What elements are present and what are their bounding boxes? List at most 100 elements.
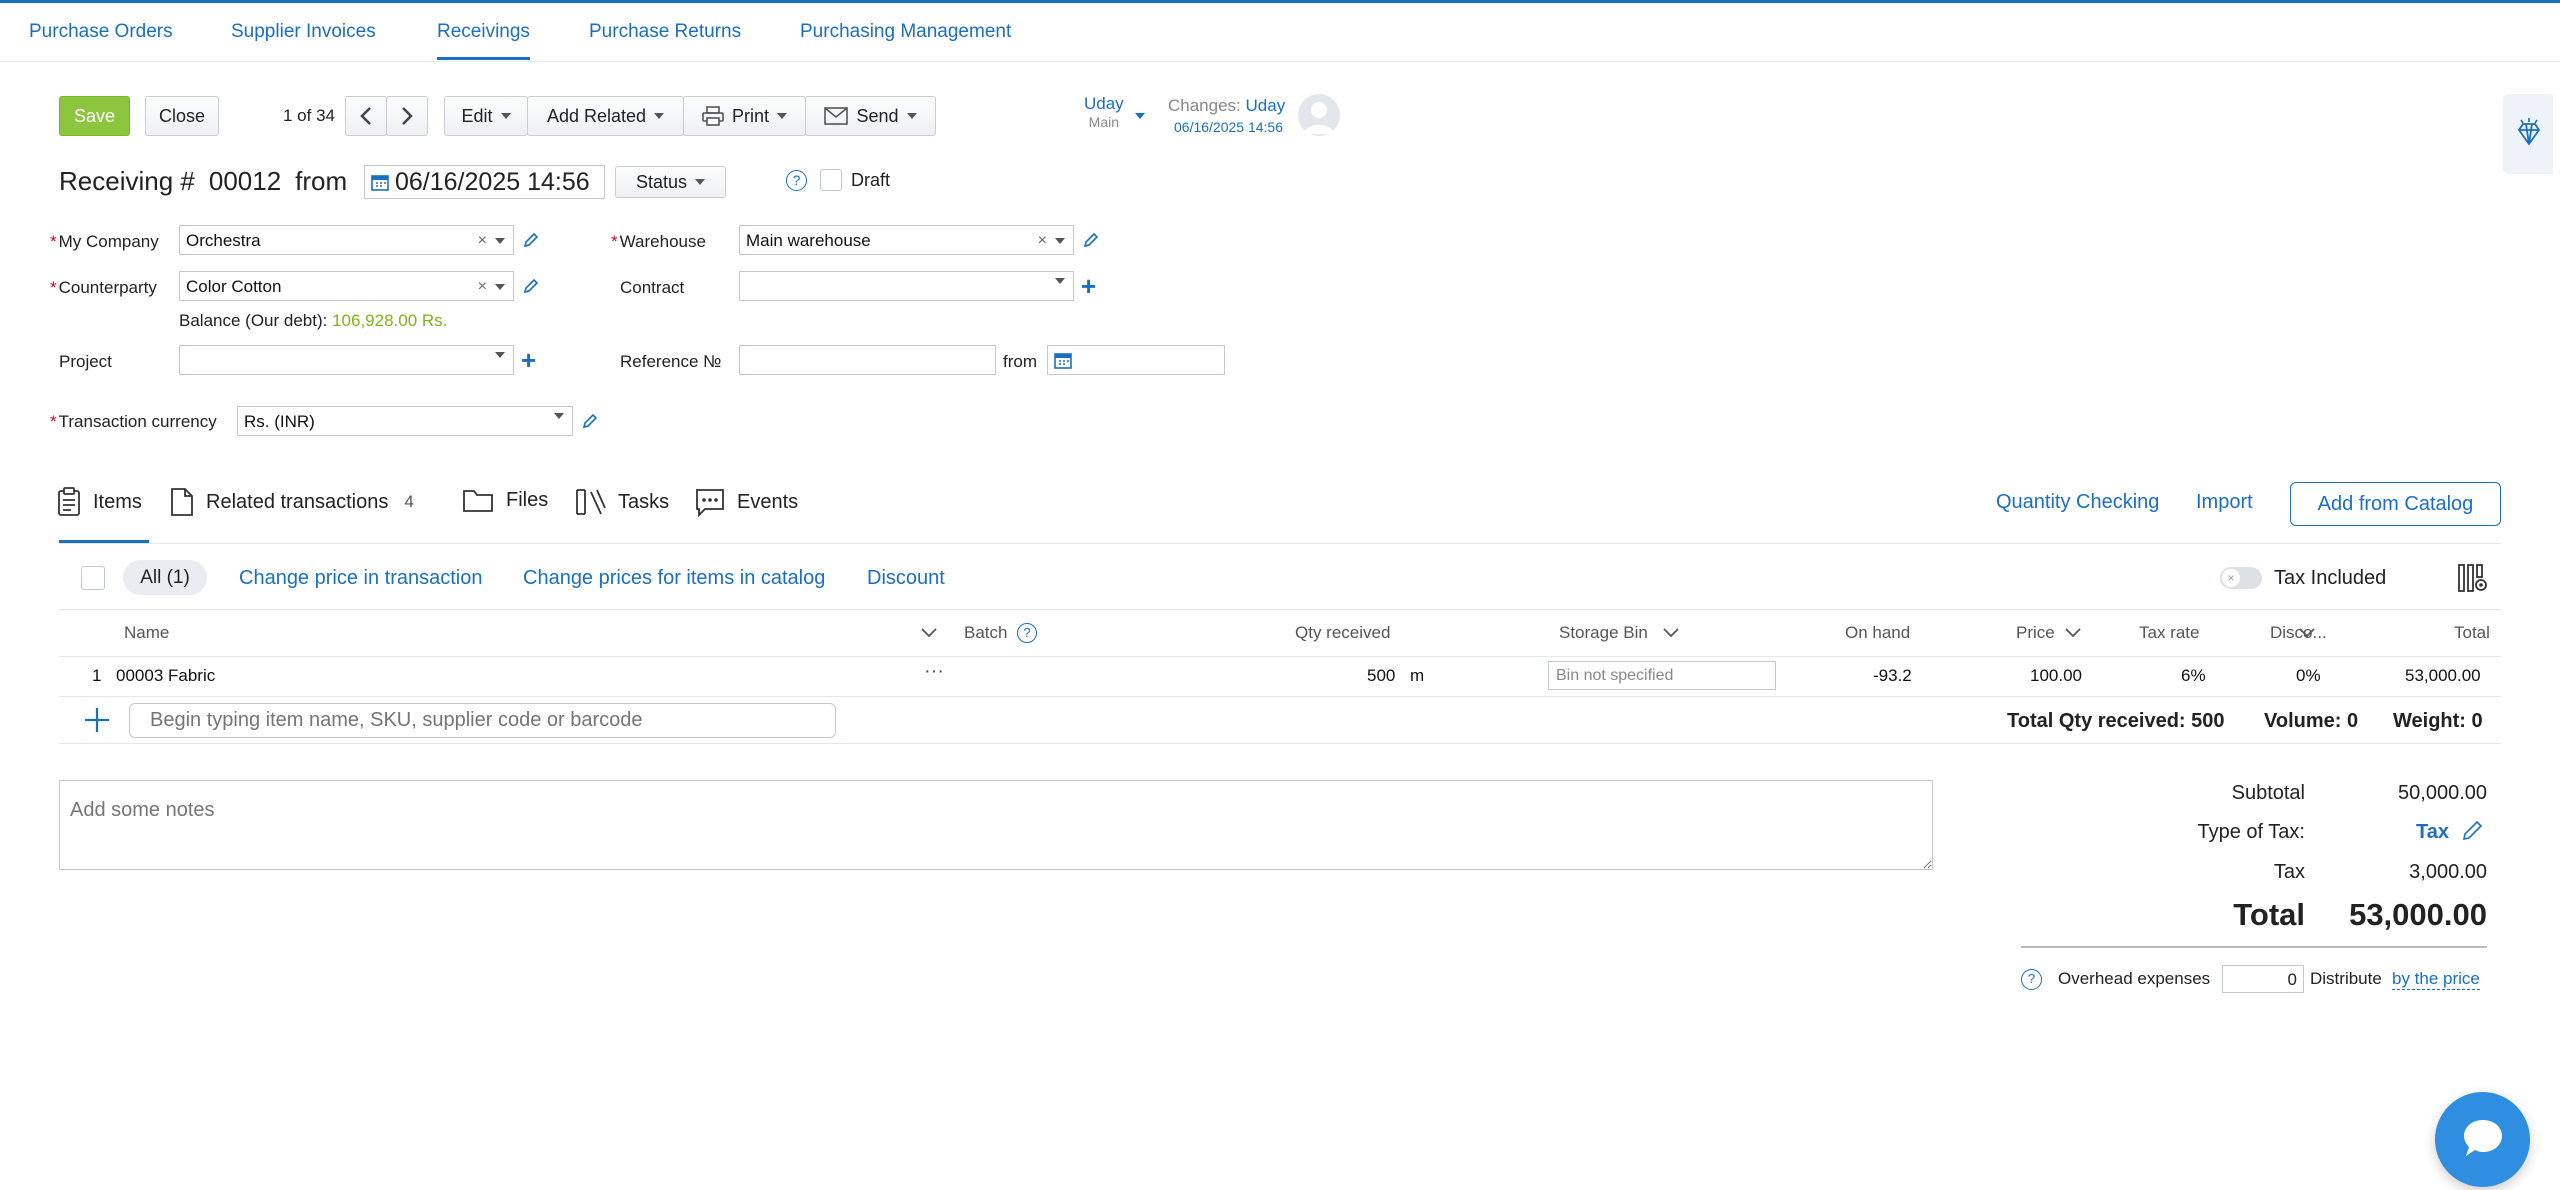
quantity-checking-link[interactable]: Quantity Checking — [1996, 491, 2159, 514]
add-related-button[interactable]: Add Related — [527, 96, 684, 136]
add-item-icon[interactable] — [83, 706, 111, 734]
clear-icon[interactable]: × — [478, 232, 487, 250]
change-catalog-prices-link[interactable]: Change prices for items in catalog — [523, 567, 825, 590]
add-project-icon[interactable]: + — [521, 347, 536, 373]
reference-input[interactable] — [739, 345, 996, 375]
clipboard-icon — [58, 487, 80, 516]
nav-purchase-orders[interactable]: Purchase Orders — [29, 21, 173, 43]
add-from-catalog-button[interactable]: Add from Catalog — [2290, 482, 2501, 526]
warehouse-select[interactable]: Main warehouse × — [739, 225, 1074, 255]
chevron-down-icon[interactable] — [1055, 278, 1065, 284]
contract-select[interactable] — [739, 271, 1074, 301]
doc-number[interactable]: 00012 — [209, 166, 281, 197]
changes-date: 06/16/2025 14:56 — [1174, 119, 1283, 135]
row-price[interactable]: 100.00 — [2030, 666, 2082, 686]
side-panel-tab[interactable] — [2503, 94, 2553, 174]
chevron-down-icon[interactable] — [1662, 627, 1680, 639]
draft-label: Draft — [851, 170, 891, 190]
filter-all-chip[interactable]: All (1) — [123, 560, 207, 595]
tab-events[interactable]: Events — [695, 487, 798, 517]
change-price-link[interactable]: Change price in transaction — [239, 567, 482, 590]
next-button[interactable] — [386, 96, 428, 136]
column-settings-icon[interactable] — [2457, 562, 2489, 594]
warehouse-label: * Warehouse — [611, 232, 706, 251]
diamond-icon — [2517, 118, 2541, 146]
pencil-icon[interactable] — [522, 231, 540, 249]
changes-user-link[interactable]: Uday — [1246, 96, 1286, 115]
col-storage-bin[interactable]: Storage Bin — [1559, 623, 1648, 643]
user-switcher[interactable]: Uday Main — [1084, 94, 1124, 130]
distribute-by-price-link[interactable]: by the price — [2392, 969, 2480, 990]
tab-items[interactable]: Items — [57, 487, 142, 517]
chevron-down-icon[interactable] — [495, 352, 505, 358]
currency-select[interactable]: Rs. (INR) — [237, 406, 573, 436]
my-company-select[interactable]: Orchestra × — [179, 225, 514, 255]
tab-related-transactions[interactable]: Related transactions 4 — [170, 487, 414, 517]
col-batch[interactable]: Batch — [964, 623, 1007, 643]
help-icon[interactable]: ? — [786, 170, 807, 191]
chevron-down-icon[interactable] — [920, 627, 938, 639]
more-options-icon[interactable]: ··· — [924, 660, 944, 683]
chevron-down-icon[interactable] — [2064, 627, 2082, 639]
discount-link[interactable]: Discount — [867, 567, 945, 590]
project-select[interactable] — [179, 345, 514, 375]
chat-launcher-button[interactable] — [2435, 1092, 2530, 1187]
nav-purchase-returns[interactable]: Purchase Returns — [589, 21, 741, 43]
add-item-search-input[interactable] — [129, 703, 836, 738]
clear-icon[interactable]: × — [1038, 232, 1047, 250]
doc-date-field[interactable]: 06/16/2025 14:56 — [364, 165, 605, 199]
item-name-link[interactable]: 00003 Fabric — [116, 666, 215, 686]
pencil-icon[interactable] — [1082, 231, 1100, 249]
col-total[interactable]: Total — [2454, 623, 2490, 643]
send-button[interactable]: Send — [805, 96, 936, 136]
chevron-down-icon[interactable] — [2298, 627, 2316, 639]
col-tax-rate[interactable]: Tax rate — [2139, 623, 2199, 643]
col-on-hand[interactable]: On hand — [1845, 623, 1910, 643]
col-qty-received[interactable]: Qty received — [1295, 623, 1390, 643]
chevron-down-icon[interactable] — [1055, 238, 1065, 244]
storage-bin-input[interactable]: Bin not specified — [1548, 661, 1776, 690]
row-qty[interactable]: 500 — [1367, 666, 1395, 686]
status-dropdown[interactable]: Status — [615, 166, 726, 198]
pencil-icon[interactable] — [2461, 818, 2485, 842]
add-contract-icon[interactable]: + — [1081, 273, 1096, 299]
tab-files[interactable]: Files — [462, 487, 548, 513]
pencil-icon[interactable] — [522, 277, 540, 295]
select-all-checkbox[interactable] — [81, 566, 105, 590]
counterparty-select[interactable]: Color Cotton × — [179, 271, 514, 301]
row-discount[interactable]: 0% — [2296, 666, 2321, 686]
help-icon[interactable]: ? — [1017, 623, 1037, 643]
chevron-down-icon[interactable] — [495, 238, 505, 244]
nav-supplier-invoices[interactable]: Supplier Invoices — [231, 21, 376, 43]
notes-textarea[interactable] — [59, 780, 1933, 870]
prev-button[interactable] — [345, 96, 387, 136]
col-price[interactable]: Price — [2016, 623, 2055, 643]
currency-value: Rs. (INR) — [244, 412, 315, 431]
my-company-value: Orchestra — [186, 231, 261, 250]
col-name[interactable]: Name — [124, 623, 169, 643]
edit-button[interactable]: Edit — [444, 96, 528, 136]
tab-tasks[interactable]: Tasks — [574, 487, 669, 517]
toggle-knob: × — [2222, 569, 2240, 587]
user-name: Uday — [1084, 94, 1124, 113]
help-icon[interactable]: ? — [2021, 969, 2042, 990]
tax-included-toggle[interactable]: × — [2220, 567, 2262, 589]
row-tax-rate[interactable]: 6% — [2181, 666, 2206, 686]
user-role: Main — [1088, 114, 1120, 130]
draft-checkbox[interactable] — [820, 169, 842, 191]
import-link[interactable]: Import — [2196, 491, 2253, 514]
pencil-icon[interactable] — [581, 412, 599, 430]
changes-info: Changes: Uday — [1168, 96, 1285, 116]
type-of-tax-link[interactable]: Tax — [2416, 821, 2449, 844]
avatar[interactable] — [1298, 94, 1340, 136]
reference-date-field[interactable] — [1047, 345, 1225, 375]
close-button[interactable]: Close — [145, 96, 219, 136]
chevron-down-icon[interactable] — [495, 284, 505, 290]
nav-receivings[interactable]: Receivings — [437, 21, 530, 60]
clear-icon[interactable]: × — [478, 278, 487, 296]
chevron-down-icon[interactable] — [554, 413, 564, 419]
nav-purchasing-management[interactable]: Purchasing Management — [800, 21, 1011, 43]
print-button[interactable]: Print — [683, 96, 806, 136]
overhead-expenses-input[interactable]: 0 — [2222, 965, 2304, 993]
save-button[interactable]: Save — [59, 96, 130, 136]
